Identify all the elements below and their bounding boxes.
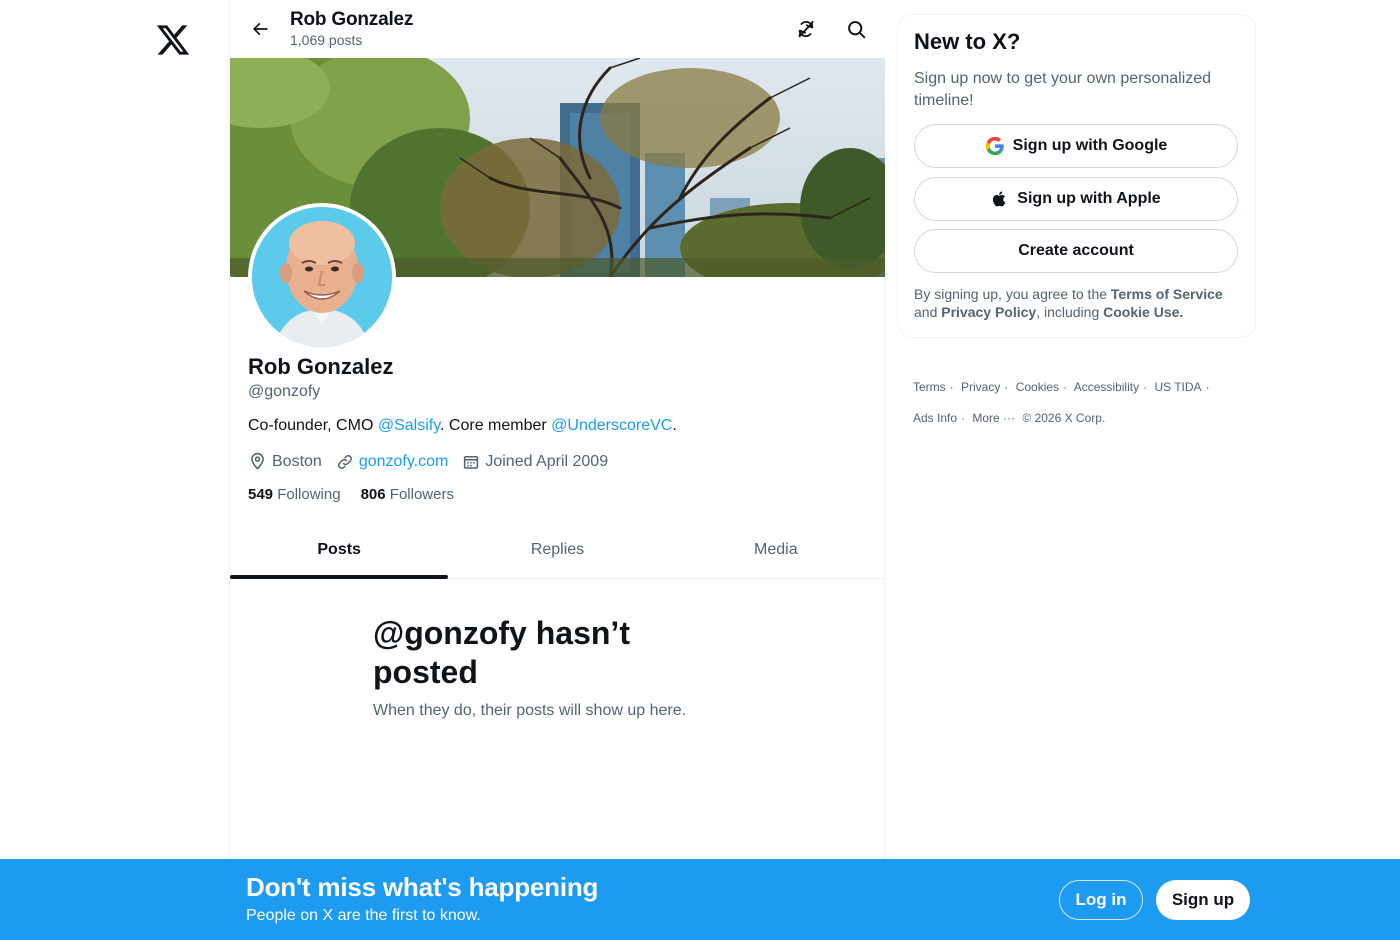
terms-text: and — [914, 304, 942, 320]
profile-joined: Joined April 2009 — [462, 453, 608, 471]
profile-handle: @gonzofy — [248, 383, 321, 400]
signup-terms: By signing up, you agree to the Terms of… — [914, 285, 1244, 321]
terms-text: , including — [1036, 304, 1104, 320]
followers-count: 806 — [360, 486, 386, 503]
following-link[interactable]: 549 Following — [248, 486, 341, 503]
header-post-count: 1,069 posts — [290, 32, 363, 48]
bottom-signup-bar: Don't miss what's happening People on X … — [0, 859, 1400, 940]
create-account-button[interactable]: Create account — [914, 229, 1238, 273]
signup-apple-button[interactable]: Sign up with Apple — [914, 177, 1238, 221]
footer-link-privacy[interactable]: Privacy — [961, 380, 1000, 394]
following-count: 549 — [248, 486, 274, 503]
footer-copyright: © 2026 X Corp. — [1022, 411, 1106, 425]
profile-location: Boston — [248, 452, 322, 471]
refresh-button[interactable] — [790, 13, 822, 45]
profile-meta: Boston gonzofy.com Joined April 2009 — [248, 452, 622, 471]
following-label: Following — [277, 486, 341, 503]
tab-media[interactable]: Media — [667, 522, 885, 578]
login-button[interactable]: Log in — [1059, 880, 1143, 920]
followers-link[interactable]: 806 Followers — [361, 486, 454, 503]
calendar-icon — [464, 455, 479, 469]
footer-link-ads-info[interactable]: Ads Info — [913, 411, 957, 425]
bio-text: Co-founder, CMO — [248, 417, 378, 434]
x-logo-icon[interactable] — [154, 22, 192, 58]
footer-link-more[interactable]: More ··· — [972, 411, 1015, 425]
profile-stats: 549 Following 806 Followers — [248, 486, 474, 503]
footer-link-accessibility[interactable]: Accessibility — [1074, 380, 1139, 394]
avatar-image — [252, 207, 392, 347]
search-button[interactable] — [840, 13, 872, 45]
signup-apple-label: Sign up with Apple — [1017, 190, 1161, 207]
main-column: Rob Gonzalez 1,069 posts Rob Gonzalez @g… — [229, 0, 885, 940]
create-account-label: Create account — [1018, 242, 1134, 259]
empty-state-title: @gonzofy hasn’t posted — [373, 615, 630, 690]
tab-posts[interactable]: Posts — [230, 522, 449, 579]
footer-link-cookies[interactable]: Cookies — [1016, 380, 1059, 394]
header-profile-name: Rob Gonzalez — [290, 9, 414, 30]
bio-text: . Core member — [440, 417, 552, 434]
terms-text: By signing up, you agree to the — [914, 286, 1111, 302]
signup-button[interactable]: Sign up — [1156, 880, 1250, 920]
refresh-icon — [798, 20, 814, 38]
search-icon — [847, 20, 865, 38]
bio-mention-salsify[interactable]: @Salsify — [378, 417, 440, 434]
footer-links: Terms · Privacy · Cookies · Accessibility · … — [913, 380, 1210, 425]
signup-card-subtitle: Sign up now to get your own personalized… — [914, 70, 1212, 109]
bio-mention-underscorevc[interactable]: @UnderscoreVC — [551, 417, 672, 434]
profile-header-bar: Rob Gonzalez 1,069 posts — [230, 0, 885, 58]
signup-card-title: New to X? — [914, 29, 1021, 54]
google-icon — [985, 136, 1004, 156]
profile-bio: Co-founder, CMO @Salsify. Core member @U… — [248, 417, 677, 435]
profile-avatar[interactable] — [248, 203, 396, 351]
signup-google-button[interactable]: Sign up with Google — [914, 124, 1238, 168]
footer-link-us-tida[interactable]: US TIDA — [1154, 380, 1201, 394]
joined-text: Joined April 2009 — [485, 452, 609, 470]
cookie-use-link[interactable]: Cookie Use. — [1103, 304, 1183, 320]
profile-tabs: Posts Replies Media — [230, 522, 885, 579]
bottom-bar-title: Don't miss what's happening — [246, 872, 599, 902]
tab-label: Media — [754, 541, 798, 558]
apple-icon — [993, 191, 1006, 207]
location-pin-icon — [251, 452, 264, 470]
tab-label: Replies — [530, 541, 585, 558]
empty-state-subtitle: When they do, their posts will show up h… — [373, 702, 687, 719]
bottom-bar-subtitle: People on X are the first to know. — [246, 907, 481, 924]
footer-link-terms[interactable]: Terms — [913, 380, 946, 394]
tab-label: Posts — [317, 541, 361, 558]
signup-card: New to X? Sign up now to get your own pe… — [897, 14, 1256, 338]
website-link[interactable]: gonzofy.com — [359, 453, 449, 471]
terms-of-service-link[interactable]: Terms of Service — [1111, 286, 1223, 302]
profile-name: Rob Gonzalez — [248, 354, 394, 379]
back-button[interactable] — [244, 13, 276, 45]
profile-website[interactable]: gonzofy.com — [336, 453, 449, 471]
link-icon — [337, 454, 352, 469]
arrow-left-icon — [252, 22, 268, 36]
tab-replies[interactable]: Replies — [448, 522, 666, 578]
privacy-policy-link[interactable]: Privacy Policy — [941, 304, 1036, 320]
location-text: Boston — [272, 452, 322, 470]
signup-google-label: Sign up with Google — [1012, 137, 1168, 154]
followers-label: Followers — [389, 486, 454, 503]
bio-text: . — [672, 417, 677, 434]
